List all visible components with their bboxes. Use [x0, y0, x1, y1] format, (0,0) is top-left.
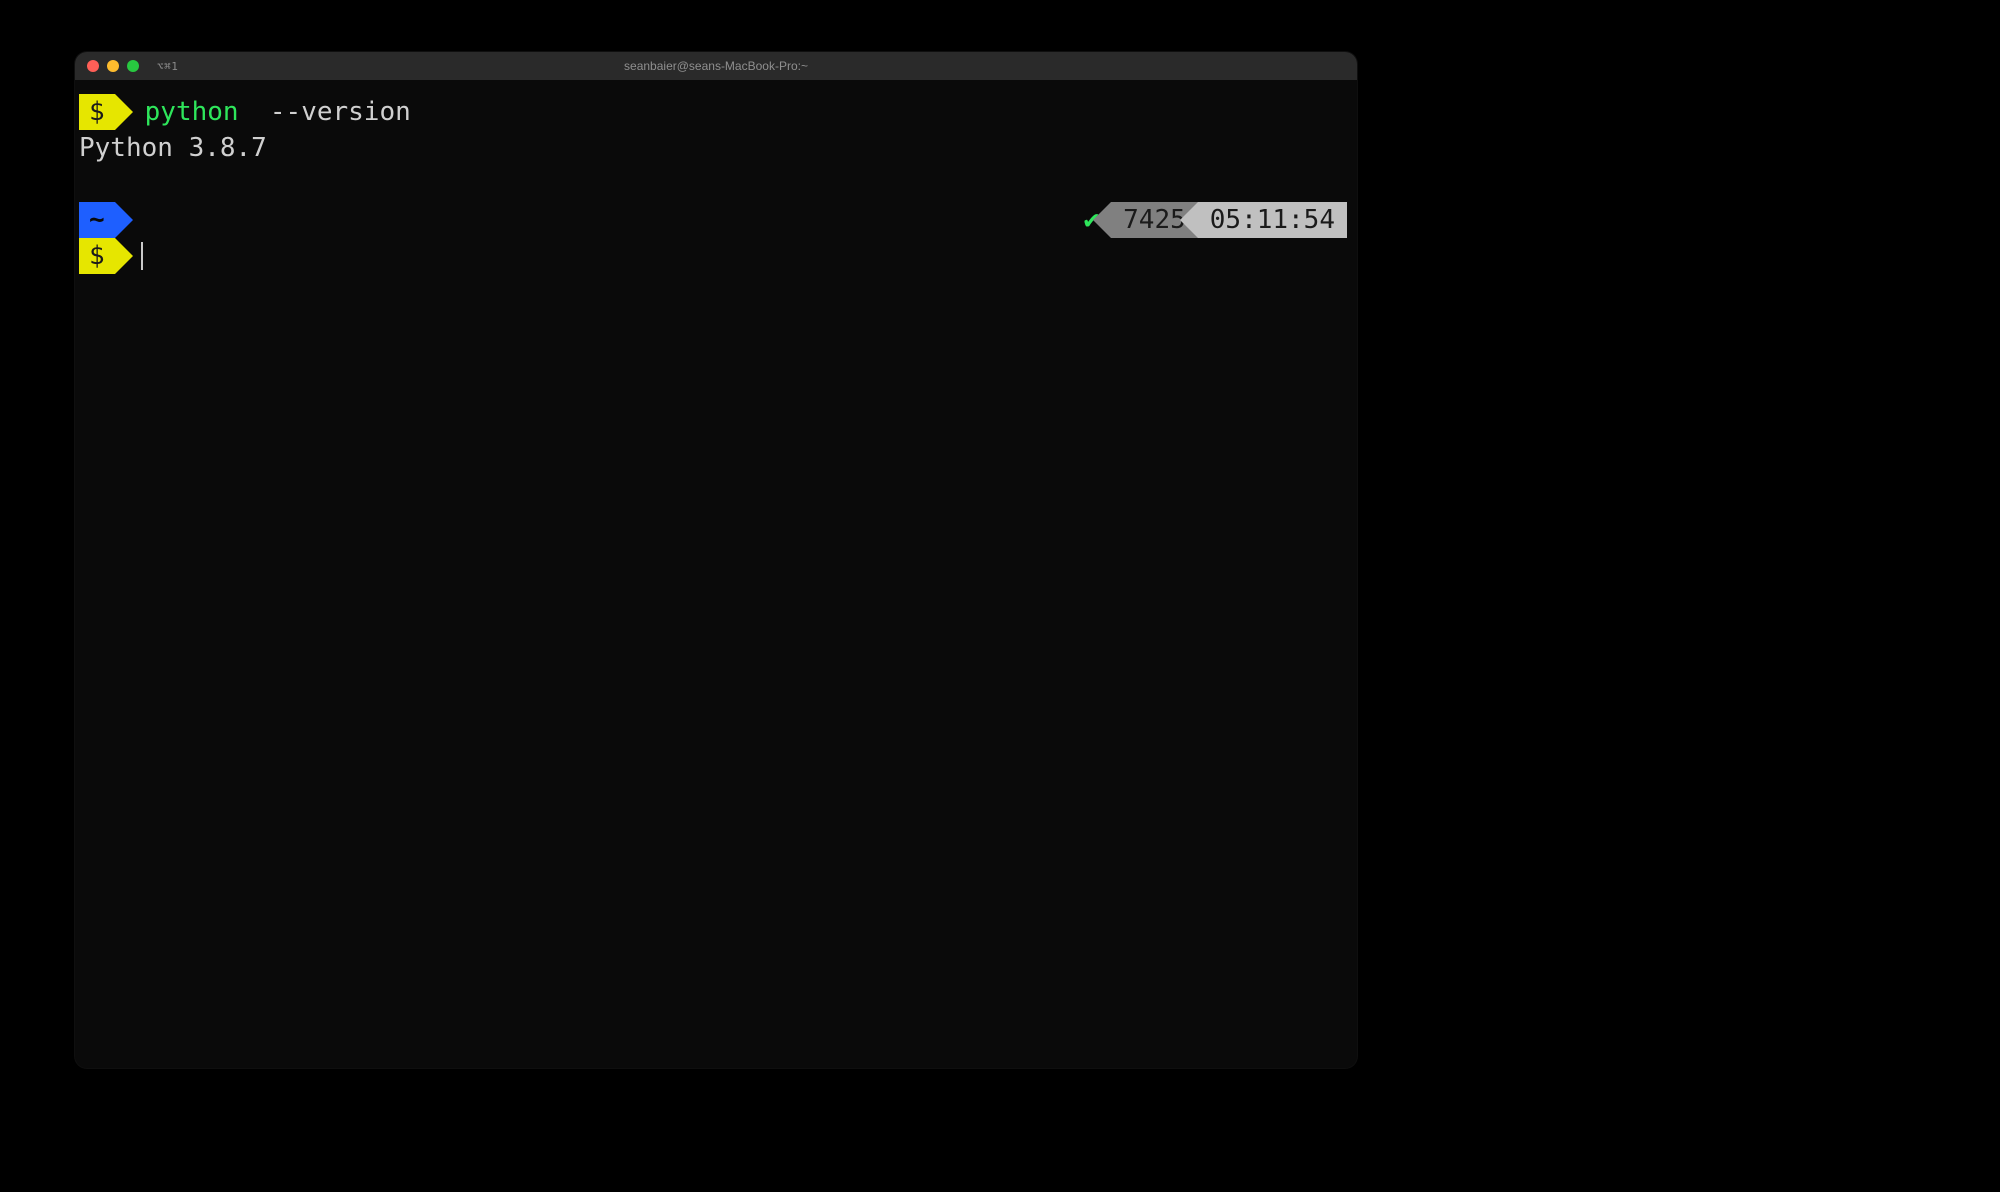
command-output: Python 3.8.7 — [75, 130, 1357, 166]
cursor — [141, 242, 143, 270]
minimize-button[interactable] — [107, 60, 119, 72]
prompt-dollar-segment: $ — [79, 94, 115, 130]
maximize-button[interactable] — [127, 60, 139, 72]
close-button[interactable] — [87, 60, 99, 72]
command-argument-text: --version — [270, 97, 411, 127]
command-argument — [254, 97, 270, 127]
traffic-lights — [75, 60, 139, 72]
titlebar[interactable]: ⌥⌘1 seanbaier@seans-MacBook-Pro:~ — [75, 52, 1357, 80]
status-time: 05:11:54 — [1210, 202, 1335, 238]
prompt-dir-line: ~ ✔ 7425 05:11:54 — [75, 202, 1357, 238]
history-number: 7425 — [1123, 202, 1186, 238]
prompt-dollar: $ — [89, 94, 105, 130]
current-prompt-line[interactable]: $ — [75, 238, 1357, 274]
terminal-window: ⌥⌘1 seanbaier@seans-MacBook-Pro:~ $ pyth… — [75, 52, 1357, 1068]
tab-indicator: ⌥⌘1 — [157, 60, 178, 73]
blank-line — [75, 166, 1357, 202]
command-program: python — [145, 97, 239, 127]
window-title: seanbaier@seans-MacBook-Pro:~ — [624, 59, 808, 73]
prompt-dir-segment: ~ — [79, 202, 115, 238]
right-status: ✔ 7425 05:11:54 — [1071, 202, 1347, 238]
prompt-dir: ~ — [89, 202, 105, 238]
history-command-line: $ python --version — [75, 94, 1357, 130]
prompt-dollar-segment-current: $ — [79, 238, 115, 274]
prompt-dollar-current: $ — [89, 238, 105, 274]
terminal-body[interactable]: $ python --version Python 3.8.7 ~ ✔ — [75, 80, 1357, 1068]
status-time-segment: 05:11:54 — [1198, 202, 1347, 238]
